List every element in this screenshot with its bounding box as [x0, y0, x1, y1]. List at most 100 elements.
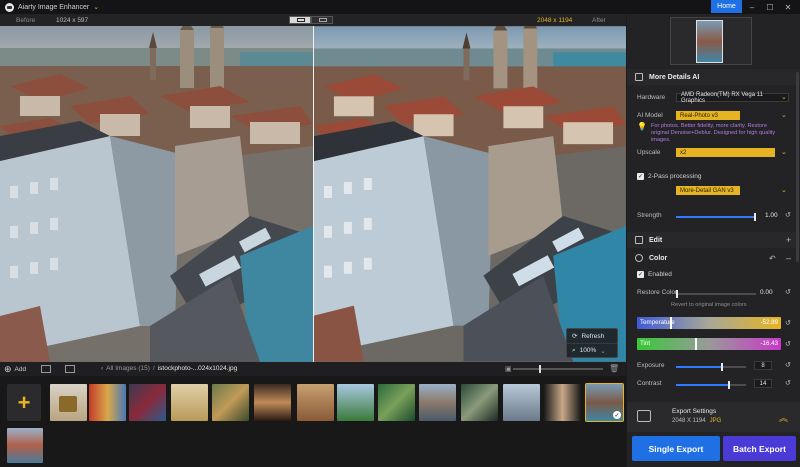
- thumbnail-5[interactable]: [212, 384, 249, 421]
- lightbulb-icon: 💡: [637, 122, 647, 131]
- tint-value[interactable]: -16.43: [760, 340, 778, 347]
- collapse-icon[interactable]: –: [786, 253, 791, 263]
- export-settings-title: Export Settings: [672, 408, 717, 415]
- panel-scrollbar[interactable]: [796, 72, 799, 262]
- thumbnail-2[interactable]: [89, 384, 126, 421]
- contrast-slider[interactable]: [676, 381, 746, 389]
- grid-view-icon[interactable]: [41, 365, 51, 373]
- reset-icon[interactable]: ↺: [785, 288, 791, 296]
- export-settings[interactable]: Export Settings 2048 X 1194 JPG ︽: [627, 402, 800, 432]
- browser-bar: ⊕ Add ‹ All Images (15) / istockphoto-..…: [0, 362, 626, 376]
- thumbnail-11[interactable]: [461, 384, 498, 421]
- settings-panel: More Details AI Hardware AMD Radeon(TM) …: [627, 14, 800, 467]
- thumbnail-6[interactable]: [254, 384, 291, 421]
- back-icon[interactable]: ‹: [101, 365, 103, 372]
- color-enabled-checkbox[interactable]: ✓: [637, 271, 644, 278]
- thumbnail-12[interactable]: [503, 384, 540, 421]
- thumb-size-icon: ▣: [505, 366, 512, 373]
- thumbnail-9[interactable]: [378, 384, 415, 421]
- batch-export-button[interactable]: Batch Export: [723, 436, 796, 461]
- thumbnail-13[interactable]: [544, 384, 581, 421]
- chevron-down-icon[interactable]: ⌄: [781, 186, 787, 194]
- zoom-control[interactable]: ⌕ 100% ⌄: [567, 343, 617, 357]
- exposure-label: Exposure: [637, 362, 665, 369]
- zoom-icon: ⌕: [572, 346, 576, 354]
- image-canvas[interactable]: ⟳ Refresh ⌕ 100% ⌄: [0, 26, 626, 362]
- restore-knob[interactable]: [676, 290, 678, 298]
- before-label: Before: [16, 16, 36, 24]
- strength-knob[interactable]: [754, 213, 756, 221]
- thumbnail-size-slider[interactable]: [513, 365, 603, 373]
- thumbnail-4[interactable]: [171, 384, 208, 421]
- exposure-fill: [676, 366, 721, 368]
- temperature-slider[interactable]: Temperature -52.89: [637, 317, 781, 329]
- thumbnail-10[interactable]: [419, 384, 456, 421]
- chevron-down-icon[interactable]: ⌄: [93, 3, 99, 11]
- after-image: [314, 26, 626, 362]
- section-color[interactable]: Color ↶ –: [627, 250, 800, 266]
- reset-icon[interactable]: ↺: [785, 340, 791, 348]
- app-logo-icon: [5, 2, 14, 12]
- slider-knob[interactable]: [539, 365, 541, 373]
- hardware-select[interactable]: AMD Radeon(TM) RX Vega 11 Graphics: [676, 92, 789, 104]
- home-button[interactable]: Home: [711, 0, 742, 13]
- zoom-level: 100%: [579, 347, 597, 354]
- single-export-button[interactable]: Single Export: [632, 436, 720, 461]
- section-edit[interactable]: Edit +: [627, 232, 800, 248]
- reset-icon[interactable]: ↺: [785, 211, 791, 219]
- tint-slider[interactable]: Tint -16.43: [637, 338, 781, 350]
- section-more-details-ai[interactable]: More Details AI: [627, 69, 800, 85]
- refresh-button[interactable]: ⟳ Refresh: [567, 329, 617, 343]
- strength-slider[interactable]: [676, 213, 756, 221]
- restore-color-slider[interactable]: [676, 290, 756, 298]
- exposure-slider[interactable]: [676, 363, 746, 371]
- thumbnail-15[interactable]: [7, 428, 43, 463]
- strength-value[interactable]: 1.00: [765, 212, 778, 219]
- chevron-up-icon[interactable]: ︽: [779, 411, 788, 424]
- refresh-label: Refresh: [581, 332, 605, 340]
- thumb-content: [59, 396, 77, 412]
- exposure-value[interactable]: 8: [754, 361, 772, 370]
- chevron-down-icon[interactable]: ⌄: [781, 148, 787, 156]
- breadcrumb-root[interactable]: All Images (15): [106, 365, 150, 372]
- thumbnail-3[interactable]: [129, 384, 166, 421]
- add-image-button[interactable]: +: [7, 384, 41, 421]
- after-size: 2048 x 1194: [537, 16, 573, 24]
- thumbnail-7[interactable]: [297, 384, 334, 421]
- reset-icon[interactable]: ↺: [785, 319, 791, 327]
- expand-icon[interactable]: +: [786, 235, 791, 245]
- contrast-value[interactable]: 14: [754, 379, 772, 388]
- tint-knob[interactable]: [695, 338, 697, 350]
- list-view-icon[interactable]: [65, 365, 75, 373]
- preview-viewport[interactable]: [696, 20, 723, 63]
- breadcrumb-separator: /: [152, 365, 155, 372]
- thumbnail-8[interactable]: [337, 384, 374, 421]
- upscale-select[interactable]: x2: [676, 148, 775, 157]
- contrast-knob[interactable]: [728, 381, 730, 389]
- upscale-label: Upscale: [637, 149, 661, 156]
- temperature-value[interactable]: -52.89: [760, 319, 778, 326]
- section-title: More Details AI: [649, 73, 700, 81]
- close-icon[interactable]: ✕: [780, 0, 796, 14]
- exposure-knob[interactable]: [721, 363, 723, 371]
- reset-icon[interactable]: ↺: [785, 379, 791, 387]
- navigator-preview[interactable]: [670, 17, 752, 65]
- two-pass-model-select[interactable]: More-Detail GAN v3: [676, 186, 740, 195]
- split-view-button[interactable]: [289, 16, 311, 24]
- chevron-down-icon[interactable]: ⌄: [781, 111, 787, 119]
- reset-icon[interactable]: ↺: [785, 361, 791, 369]
- maximize-icon[interactable]: ☐: [762, 0, 778, 14]
- ai-model-select[interactable]: Real-Photo v3: [676, 111, 740, 120]
- color-title: Color: [649, 254, 668, 262]
- trash-icon[interactable]: 🗑: [609, 364, 619, 374]
- temperature-knob[interactable]: [670, 317, 672, 329]
- two-pass-checkbox[interactable]: ✓: [637, 173, 644, 180]
- compare-header: Before 1024 x 597 2048 x 1194 After: [0, 14, 626, 26]
- add-button[interactable]: ⊕ Add: [4, 364, 26, 375]
- minimize-icon[interactable]: –: [744, 0, 760, 14]
- restore-color-value[interactable]: 0.00: [760, 289, 773, 296]
- thumbnail-14-selected[interactable]: ✓: [585, 383, 624, 422]
- undo-icon[interactable]: ↶: [769, 254, 776, 263]
- single-view-button[interactable]: [311, 16, 333, 24]
- thumbnail-1[interactable]: [50, 384, 87, 421]
